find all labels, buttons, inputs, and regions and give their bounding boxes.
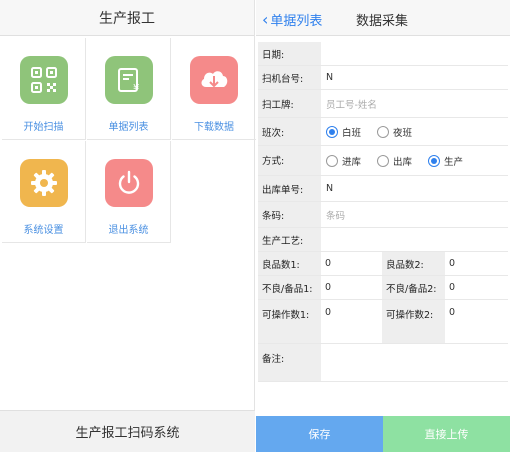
process-label: 生产工艺:: [258, 228, 321, 251]
op1-field[interactable]: 0: [321, 300, 377, 343]
op2-label: 可操作数2:: [382, 300, 445, 343]
menu-item-label: 单据列表: [108, 122, 149, 133]
menu-item-label: 下载数据: [194, 122, 234, 133]
process-field[interactable]: [326, 228, 508, 251]
scanner-field[interactable]: N: [326, 66, 508, 89]
shift-option-night[interactable]: 夜班: [377, 125, 412, 139]
menu-header: 生产报工: [0, 0, 254, 36]
mode-label: 方式:: [258, 146, 321, 175]
data-collection-panel: ‹ 单据列表 数据采集 日期: 扫机台号: N 扫工牌: 员工号-姓名 班次: …: [256, 0, 510, 452]
mode-option-inbound[interactable]: 进库: [326, 154, 361, 168]
save-button[interactable]: 保存: [256, 416, 383, 452]
outbound-row: 出库单号: N: [258, 176, 508, 202]
date-label: 日期:: [258, 42, 321, 65]
operable-qty-row: 可操作数1: 0 可操作数2: 0: [258, 300, 508, 344]
menu-item-system-settings[interactable]: 系统设置: [2, 141, 86, 243]
back-label: 单据列表: [270, 14, 323, 29]
barcode-label: 条码:: [258, 202, 321, 227]
radio-empty-icon: [377, 125, 390, 138]
radio-empty-icon: [326, 154, 338, 167]
mode-radio-group: 进库 出库 生产: [326, 146, 508, 175]
mode-option-outbound[interactable]: 出库: [377, 154, 412, 168]
mode-option-label: 生产: [444, 156, 464, 168]
app-footer-title: 生产报工扫码系统: [75, 426, 180, 441]
main-menu-panel: 生产报工 开始扫描 ¥ 单据列表 下载数据 系统设置 退出系统 生产报工扫码系统: [0, 0, 256, 452]
date-row: 日期:: [258, 42, 508, 66]
bad1-label: 不良/备品1:: [258, 276, 321, 299]
radio-empty-icon: [377, 154, 390, 167]
shift-option-label: 白班: [342, 127, 362, 139]
menu-title: 生产报工: [99, 10, 155, 27]
shift-option-day[interactable]: 白班: [326, 125, 361, 139]
menu-item-label: 退出系统: [108, 225, 149, 236]
op2-field[interactable]: 0: [445, 300, 501, 343]
outbound-label: 出库单号:: [258, 176, 321, 201]
good2-field[interactable]: 0: [445, 252, 501, 275]
menu-item-exit-system[interactable]: 退出系统: [87, 141, 171, 243]
note-field[interactable]: [326, 344, 508, 381]
power-icon: [105, 159, 153, 207]
note-label: 备注:: [258, 344, 321, 381]
shift-row: 班次: 白班 夜班: [258, 118, 508, 146]
scanner-row: 扫机台号: N: [258, 66, 508, 90]
barcode-row: 条码: 条码: [258, 202, 508, 228]
svg-text:¥: ¥: [133, 83, 139, 94]
good1-label: 良品数1:: [258, 252, 321, 275]
process-row: 生产工艺:: [258, 228, 508, 252]
radio-selected-icon: [428, 154, 441, 167]
radio-selected-icon: [326, 125, 338, 138]
shift-radio-group: 白班 夜班: [326, 118, 508, 145]
mode-row: 方式: 进库 出库 生产: [258, 146, 508, 176]
back-button[interactable]: ‹ 单据列表: [262, 10, 322, 29]
mode-option-label: 进库: [342, 156, 362, 168]
mode-option-production[interactable]: 生产: [428, 154, 463, 168]
badge-field[interactable]: 员工号-姓名: [326, 90, 508, 117]
badge-label: 扫工牌:: [258, 90, 321, 117]
badge-row: 扫工牌: 员工号-姓名: [258, 90, 508, 118]
gear-icon: [20, 159, 68, 207]
cloud-download-icon: [190, 56, 238, 104]
bad2-label: 不良/备品2:: [382, 276, 445, 299]
menu-item-label: 开始扫描: [23, 122, 64, 133]
outbound-field[interactable]: N: [326, 176, 508, 201]
good-qty-row: 良品数1: 0 良品数2: 0: [258, 252, 508, 276]
menu-item-download-data[interactable]: 下载数据: [172, 38, 256, 140]
shift-label: 班次:: [258, 118, 321, 145]
page-title: 数据采集: [356, 14, 409, 29]
defect-qty-row: 不良/备品1: 0 不良/备品2: 0: [258, 276, 508, 300]
op1-label: 可操作数1:: [258, 300, 321, 343]
direct-upload-button[interactable]: 直接上传: [383, 416, 510, 452]
app-footer: 生产报工扫码系统: [0, 410, 255, 452]
bad1-field[interactable]: 0: [321, 276, 377, 299]
menu-item-bill-list[interactable]: ¥ 单据列表: [87, 38, 171, 140]
note-row: 备注:: [258, 344, 508, 382]
scanner-label: 扫机台号:: [258, 66, 321, 89]
bad2-field[interactable]: 0: [445, 276, 501, 299]
good2-label: 良品数2:: [382, 252, 445, 275]
date-field[interactable]: [326, 42, 508, 65]
shift-option-label: 夜班: [393, 127, 413, 139]
receipt-icon: ¥: [105, 56, 153, 104]
qr-code-icon: [20, 56, 68, 104]
menu-item-label: 系统设置: [23, 225, 64, 236]
collection-header: ‹ 单据列表 数据采集: [256, 0, 510, 36]
chevron-left-icon: ‹: [262, 9, 269, 29]
good1-field[interactable]: 0: [321, 252, 377, 275]
barcode-field[interactable]: 条码: [326, 202, 508, 227]
menu-item-start-scan[interactable]: 开始扫描: [2, 38, 86, 140]
mode-option-label: 出库: [393, 156, 413, 168]
